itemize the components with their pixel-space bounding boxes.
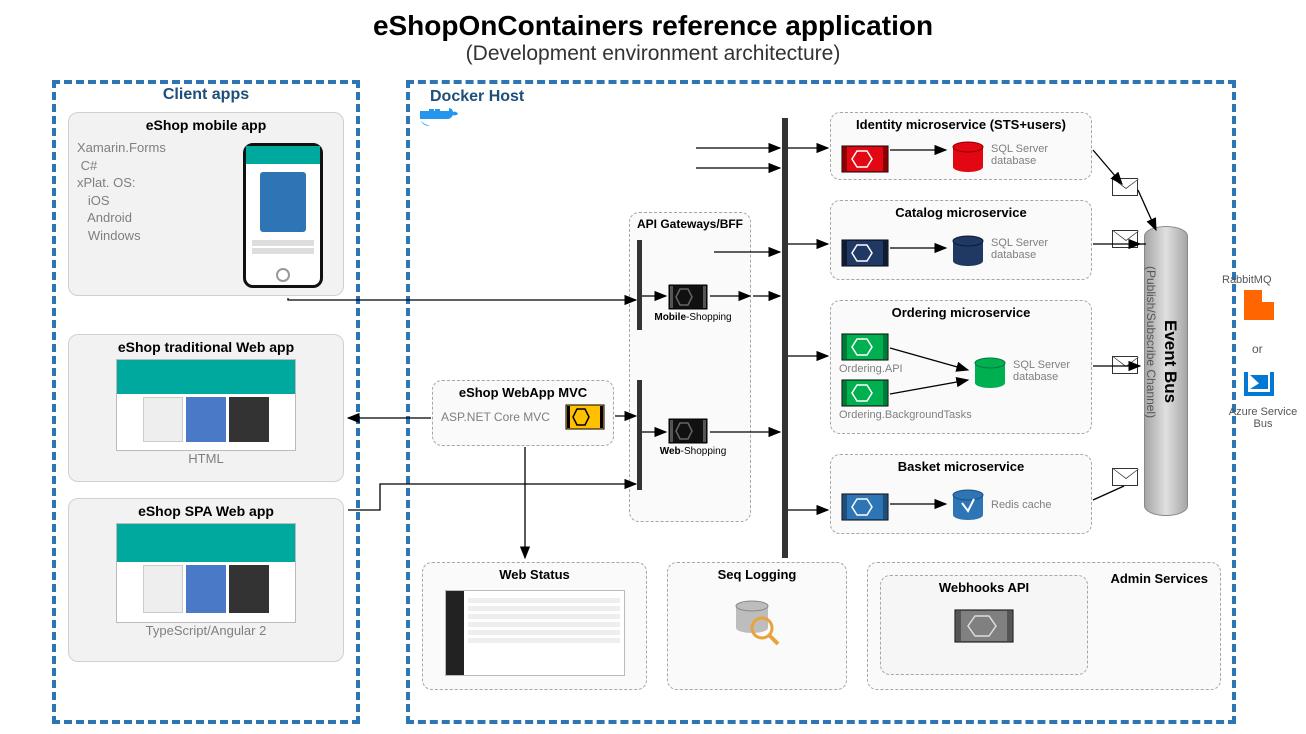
- region-client-apps-label: Client apps: [52, 86, 360, 104]
- identity-title: Identity microservice (STS+users): [831, 113, 1091, 136]
- webstatus-screenshot: [445, 590, 625, 676]
- azure-bus-icon: [1244, 372, 1274, 396]
- mobile-app-title: eShop mobile app: [69, 113, 343, 137]
- event-bus-label: Event Bus: [1160, 320, 1180, 403]
- container-icon: [841, 145, 889, 173]
- box-catalog: Catalog microservice SQL Server database: [830, 200, 1092, 280]
- gw-mobile-b: -Shopping: [686, 312, 732, 323]
- container-icon: [954, 609, 1014, 643]
- box-traditional-web: eShop traditional Web app HTML: [68, 334, 344, 482]
- rabbitmq-label: RabbitMQ: [1222, 274, 1272, 286]
- box-mvc: eShop WebApp MVC ASP.NET Core MVC: [432, 380, 614, 446]
- box-gateways: API Gateways/BFF: [629, 212, 751, 522]
- seq-title: Seq Logging: [668, 563, 846, 586]
- database-icon: [951, 141, 985, 175]
- container-icon: [668, 284, 708, 310]
- container-icon: [841, 239, 889, 267]
- mvc-tech: ASP.NET Core MVC: [441, 410, 565, 424]
- region-docker-label: Docker Host: [430, 88, 524, 106]
- page-title: eShopOnContainers reference application: [0, 10, 1306, 42]
- basket-db-label: Redis cache: [991, 499, 1081, 511]
- container-icon: [841, 333, 889, 361]
- container-icon: [565, 404, 605, 430]
- container-icon: [841, 379, 889, 407]
- envelope-icon: [1112, 356, 1138, 374]
- ordering-db-label: SQL Server database: [1013, 359, 1093, 383]
- trad-screenshot: [116, 359, 296, 451]
- box-basket: Basket microservice Redis cache: [830, 454, 1092, 534]
- gateways-title: API Gateways/BFF: [630, 213, 750, 235]
- ordering-bg-label: Ordering.BackgroundTasks: [839, 409, 972, 421]
- bus-bar: [782, 118, 788, 558]
- spa-screenshot: [116, 523, 296, 623]
- database-icon: [951, 489, 985, 523]
- webhooks-title: Webhooks API: [881, 576, 1087, 599]
- container-icon: [668, 418, 708, 444]
- box-seq: Seq Logging: [667, 562, 847, 690]
- envelope-icon: [1112, 230, 1138, 248]
- catalog-db-label: SQL Server database: [991, 237, 1081, 261]
- spa-tech: TypeScript/Angular 2: [69, 623, 343, 638]
- box-ordering: Ordering microservice Ordering.API Order…: [830, 300, 1092, 434]
- box-spa-web: eShop SPA Web app TypeScript/Angular 2: [68, 498, 344, 662]
- webstatus-title: Web Status: [423, 563, 646, 586]
- gateway-bar-top: [637, 240, 642, 330]
- trad-tech: HTML: [69, 451, 343, 466]
- catalog-title: Catalog microservice: [831, 201, 1091, 224]
- spa-title: eShop SPA Web app: [69, 499, 343, 523]
- identity-db-label: SQL Server database: [991, 143, 1081, 167]
- box-admin: Admin Services Webhooks API: [867, 562, 1221, 690]
- rabbitmq-icon: [1244, 290, 1274, 320]
- ordering-api-label: Ordering.API: [839, 363, 903, 375]
- admin-title: Admin Services: [1110, 571, 1208, 586]
- mvc-title: eShop WebApp MVC: [433, 381, 613, 404]
- envelope-icon: [1112, 178, 1138, 196]
- phone-illustration: [243, 143, 323, 288]
- basket-title: Basket microservice: [831, 455, 1091, 478]
- envelope-icon: [1112, 468, 1138, 486]
- gw-web-b: -Shopping: [681, 446, 727, 457]
- database-icon: [951, 235, 985, 269]
- gateway-bar-bot: [637, 380, 642, 490]
- box-webhooks: Webhooks API: [880, 575, 1088, 675]
- or-label: or: [1252, 342, 1263, 356]
- trad-title: eShop traditional Web app: [69, 335, 343, 359]
- search-database-icon: [732, 596, 782, 646]
- box-webstatus: Web Status: [422, 562, 647, 690]
- box-identity: Identity microservice (STS+users) SQL Se…: [830, 112, 1092, 180]
- gw-web-a: Web: [660, 446, 681, 457]
- event-bus-sub: (Publish/Subscribe Channel): [1144, 266, 1158, 418]
- database-icon: [973, 357, 1007, 391]
- gw-mobile-a: Mobile: [654, 312, 686, 323]
- docker-icon: [420, 105, 458, 133]
- page-subtitle: (Development environment architecture): [0, 42, 1306, 66]
- azure-bus-label: Azure Service Bus: [1228, 406, 1298, 430]
- container-icon: [841, 493, 889, 521]
- ordering-title: Ordering microservice: [831, 301, 1091, 324]
- box-mobile-app: eShop mobile app Xamarin.Forms C# xPlat.…: [68, 112, 344, 296]
